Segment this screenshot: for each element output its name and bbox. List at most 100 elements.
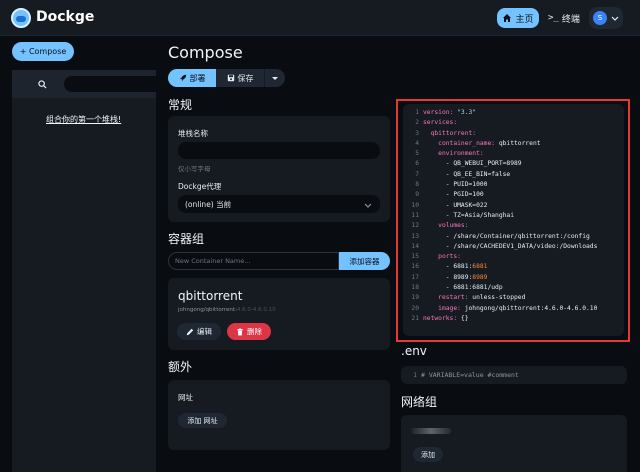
env-editor[interactable]: 1 # VARIABLE=value #comment (401, 366, 627, 384)
save-button[interactable]: 保存 (216, 69, 264, 87)
code-token: - PGID=100 (423, 191, 484, 199)
code-line: 16 - 6881:6881 (403, 262, 624, 272)
action-button-group: 部署 保存 (168, 69, 285, 87)
deploy-label: 部署 (189, 73, 206, 83)
stack-name-label: 堆栈名称 (178, 129, 208, 138)
code-token: environment: (423, 150, 484, 158)
line-number: 10 (411, 201, 419, 209)
dockge-logo-icon[interactable] (11, 8, 31, 28)
env-section-title: .env (401, 344, 427, 358)
code-token: qbittorrent: (423, 129, 477, 137)
code-line: 21 networks: {} (403, 314, 624, 324)
terminal-button[interactable]: >_ 终端 (548, 8, 580, 28)
code-line: 6 - QB_WEBUI_PORT=8989 (403, 159, 624, 169)
code-token: "3.3" (457, 109, 477, 116)
chevron-down-icon (611, 16, 619, 21)
code-token: container_name: (423, 139, 499, 147)
env-line-number: 1 (413, 371, 417, 379)
save-dropdown-toggle[interactable] (264, 69, 285, 87)
code-line: 18 - 6881:6881/udp (403, 283, 624, 293)
code-line: 7 - QB_EE_BIN=false (403, 170, 624, 180)
code-token: volumes: (423, 222, 469, 230)
code-token: - UMASK=022 (423, 201, 488, 209)
top-navbar: Dockge 主页 >_ 终端 S (0, 0, 640, 36)
page-title: Compose (168, 43, 243, 62)
code-line: 9 - PGID=100 (403, 190, 624, 200)
code-token: 6881 (472, 263, 488, 271)
add-container-button[interactable]: 添加容器 (339, 252, 390, 270)
code-line: 2 services: (403, 118, 624, 128)
code-line: 12 volumes: (403, 221, 624, 231)
code-line: 20 image: johngong/qbittorrent:4.6.0-4.6… (403, 304, 624, 314)
code-token: {} (460, 314, 469, 322)
search-input[interactable] (64, 76, 163, 92)
first-stack-link[interactable]: 组合你的第一个堆栈! (46, 114, 121, 125)
code-token: - /share/Container/qbittorrent:/config (423, 232, 590, 240)
save-icon (227, 74, 234, 82)
extra-section-title: 额外 (168, 360, 193, 374)
container-image-version: 4.6.0-4.6.0.10 (236, 307, 276, 313)
code-line: 14 - /share/CACHEDEV1_DATA/video:/Downlo… (403, 242, 624, 252)
code-token: - QB_EE_BIN=false (423, 170, 511, 178)
edit-label: 编辑 (197, 327, 212, 336)
search-bar (12, 70, 163, 98)
trash-icon (237, 327, 243, 335)
containers-section-title: 容器组 (168, 232, 205, 246)
home-label: 主页 (515, 14, 534, 25)
line-number: 2 (415, 119, 419, 127)
code-token: - 8989: (423, 273, 473, 281)
line-number: 6 (415, 160, 419, 168)
edit-container-button[interactable]: 编辑 (177, 323, 221, 340)
code-token: - /share/CACHEDEV1_DATA/video:/Downloads (423, 242, 598, 250)
code-line: 1 version: "3.3" (403, 108, 624, 118)
agent-select[interactable]: (online) 当前 (178, 195, 380, 213)
compose-yaml-editor[interactable]: 1 version: "3.3" 2 services: 3 qbittorrent: 4… (403, 104, 624, 336)
delete-container-button[interactable]: 删除 (227, 323, 271, 340)
line-number: 7 (415, 170, 419, 178)
app-title[interactable]: Dockge (36, 9, 94, 25)
chevron-down-icon (364, 203, 372, 208)
container-image-name: johngong/qbittorrent: (178, 307, 237, 313)
code-line: 4 container_name: qbittorrent (403, 139, 624, 149)
terminal-label: 终端 (561, 14, 580, 25)
line-number: 12 (411, 222, 419, 230)
line-number: 14 (411, 242, 419, 250)
profile-dropdown[interactable]: S (589, 7, 623, 29)
stack-name-hint: 仅小写字母 (178, 165, 211, 173)
add-url-button[interactable]: 添加 网址 (178, 413, 227, 428)
line-number: 9 (415, 191, 419, 199)
code-token: johngong/qbittorrent:4.6.0-4.6.0.10 (464, 304, 598, 312)
line-number: 11 (411, 211, 419, 219)
code-line: 13 - /share/Container/qbittorrent:/confi… (403, 232, 624, 242)
home-icon (503, 14, 512, 22)
agent-label: Dockge代理 (178, 182, 222, 191)
terminal-icon: >_ (548, 13, 559, 23)
code-token: 8989 (472, 273, 488, 281)
line-number: 20 (411, 304, 419, 312)
code-line: 17 - 8989:8989 (403, 273, 624, 283)
new-container-input[interactable]: New Container Name... (168, 252, 339, 270)
code-token: unless-stopped (472, 294, 526, 302)
code-token: restart: (423, 294, 473, 302)
home-button[interactable]: 主页 (497, 8, 539, 28)
caret-down-icon (272, 76, 278, 80)
container-image: johngong/qbittorrent:4.6.0-4.6.0.10 (178, 307, 276, 313)
stack-name-input[interactable] (178, 142, 380, 159)
code-token: services: (423, 119, 458, 127)
avatar: S (593, 11, 607, 25)
agent-select-value: (online) 当前 (185, 199, 232, 209)
networks-card (401, 415, 627, 472)
url-label: 网址 (178, 393, 193, 402)
deploy-button[interactable]: 部署 (168, 69, 216, 87)
code-token: networks: (423, 314, 461, 322)
line-number: 17 (411, 273, 419, 281)
add-network-button[interactable]: 添加 (413, 447, 443, 462)
line-number: 1 (415, 109, 419, 116)
code-token: - 6881:6881/udp (423, 284, 503, 292)
compose-button[interactable]: + Compose (12, 42, 74, 61)
network-name-blurred (411, 428, 451, 434)
line-number: 16 (411, 263, 419, 271)
code-token: - TZ=Asia/Shanghai (423, 211, 514, 219)
code-token: image: (423, 304, 465, 312)
line-number: 21 (411, 314, 419, 322)
